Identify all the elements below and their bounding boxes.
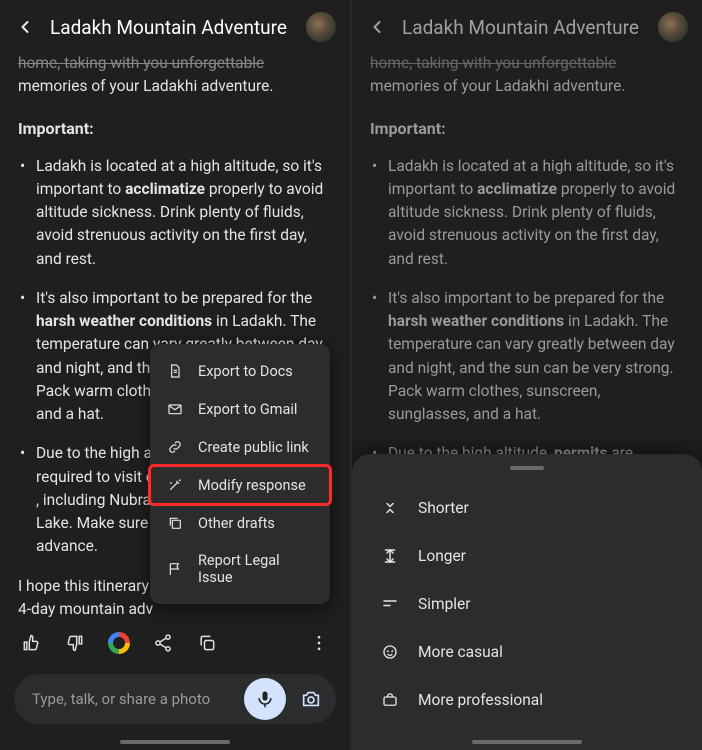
simpler-icon xyxy=(380,594,400,614)
avatar[interactable] xyxy=(306,12,336,42)
gmail-icon xyxy=(166,400,184,418)
page-title: Ladakh Mountain Adventure xyxy=(402,16,644,39)
export-docs-item[interactable]: Export to Docs xyxy=(150,352,330,390)
option-label: Shorter xyxy=(418,499,469,517)
menu-label: Create public link xyxy=(198,439,309,456)
menu-label: Export to Docs xyxy=(198,363,293,380)
sheet-handle[interactable] xyxy=(510,466,544,470)
page-title: Ladakh Mountain Adventure xyxy=(50,16,292,39)
longer-option[interactable]: Longer xyxy=(352,532,702,580)
menu-label: Export to Gmail xyxy=(198,401,297,418)
chat-input[interactable]: Type, talk, or share a photo xyxy=(14,674,336,724)
option-label: More professional xyxy=(418,691,543,709)
menu-label: Report Legal Issue xyxy=(198,552,314,586)
share-icon[interactable] xyxy=(152,632,174,654)
magic-wand-icon xyxy=(166,476,184,494)
back-icon[interactable] xyxy=(366,16,388,38)
input-placeholder: Type, talk, or share a photo xyxy=(32,690,244,708)
thumbs-up-icon[interactable] xyxy=(20,632,42,654)
option-label: Longer xyxy=(418,547,466,565)
longer-icon xyxy=(380,546,400,566)
menu-label: Other drafts xyxy=(198,515,275,532)
list-item: Ladakh is located at a high altitude, so… xyxy=(18,155,332,271)
list-item: It's also important to be prepared for t… xyxy=(370,287,684,427)
briefcase-icon xyxy=(380,690,400,710)
camera-button[interactable] xyxy=(292,680,330,718)
intro-fragment: home, taking with you unforgettable memo… xyxy=(18,52,332,99)
flag-icon xyxy=(166,560,184,578)
home-indicator xyxy=(120,740,230,744)
right-screen: Ladakh Mountain Adventure home, taking w… xyxy=(352,0,702,750)
input-row: Type, talk, or share a photo xyxy=(0,658,350,750)
section-heading: Important: xyxy=(370,117,684,141)
shorter-icon xyxy=(380,498,400,518)
home-indicator xyxy=(472,740,582,744)
casual-icon xyxy=(380,642,400,662)
context-menu: Export to Docs Export to Gmail Create pu… xyxy=(150,344,330,604)
menu-label: Modify response xyxy=(198,477,306,494)
header: Ladakh Mountain Adventure xyxy=(0,0,350,52)
avatar[interactable] xyxy=(658,12,688,42)
option-label: Simpler xyxy=(418,595,471,613)
export-gmail-item[interactable]: Export to Gmail xyxy=(150,390,330,428)
shorter-option[interactable]: Shorter xyxy=(352,484,702,532)
link-icon xyxy=(166,438,184,456)
section-heading: Important: xyxy=(18,117,332,141)
intro-fragment: home, taking with you unforgettable memo… xyxy=(370,52,684,99)
more-professional-option[interactable]: More professional xyxy=(352,676,702,724)
list-item: Ladakh is located at a high altitude, so… xyxy=(370,155,684,271)
docs-icon xyxy=(166,362,184,380)
drafts-icon xyxy=(166,514,184,532)
copy-icon[interactable] xyxy=(196,632,218,654)
google-icon[interactable] xyxy=(108,632,130,654)
modify-response-item[interactable]: Modify response xyxy=(150,466,330,504)
report-legal-item[interactable]: Report Legal Issue xyxy=(150,542,330,596)
simpler-option[interactable]: Simpler xyxy=(352,580,702,628)
mic-button[interactable] xyxy=(244,678,286,720)
header: Ladakh Mountain Adventure xyxy=(352,0,702,52)
create-link-item[interactable]: Create public link xyxy=(150,428,330,466)
thumbs-down-icon[interactable] xyxy=(64,632,86,654)
back-icon[interactable] xyxy=(14,16,36,38)
option-label: More casual xyxy=(418,643,503,661)
feedback-row xyxy=(0,620,350,658)
more-casual-option[interactable]: More casual xyxy=(352,628,702,676)
more-icon[interactable] xyxy=(308,632,330,654)
other-drafts-item[interactable]: Other drafts xyxy=(150,504,330,542)
left-screen: Ladakh Mountain Adventure home, taking w… xyxy=(0,0,350,750)
modify-response-sheet: Shorter Longer Simpler More casual More … xyxy=(352,454,702,750)
